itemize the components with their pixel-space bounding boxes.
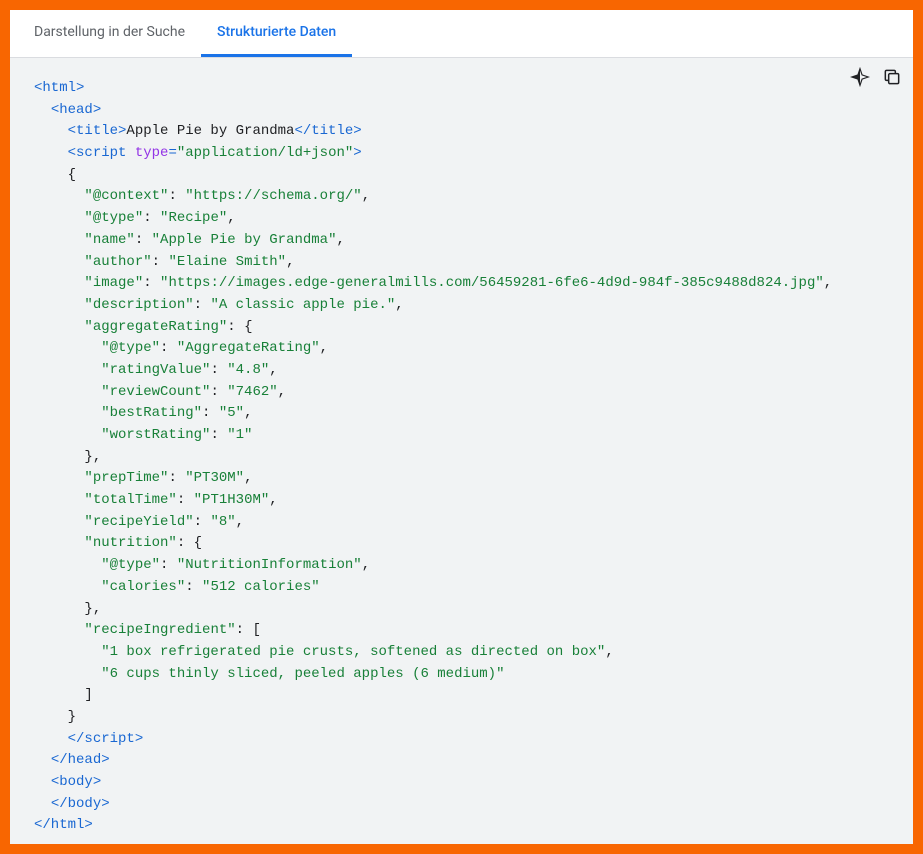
tab-structured-data[interactable]: Strukturierte Daten	[201, 10, 352, 57]
code-block: <html> <head> <title>Apple Pie by Grandm…	[10, 58, 913, 844]
tab-search-appearance[interactable]: Darstellung in der Suche	[18, 10, 201, 57]
code-pane: <html> <head> <title>Apple Pie by Grandm…	[10, 58, 913, 844]
copy-icon[interactable]	[881, 66, 903, 88]
code-toolbar	[849, 66, 903, 88]
tabs-bar: Darstellung in der Suche Strukturierte D…	[10, 10, 913, 58]
theme-toggle-icon[interactable]	[849, 66, 871, 88]
app-frame: Darstellung in der Suche Strukturierte D…	[0, 0, 923, 854]
